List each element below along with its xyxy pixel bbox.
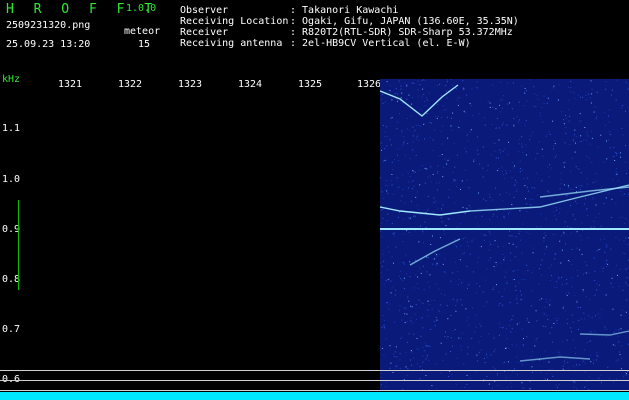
reference-line [0,390,629,391]
spectrogram [380,79,629,391]
frequency-unit-label: kHz [2,74,21,85]
x-tick-label: 1325 [298,79,323,90]
info-value-observer: : Takanori Kawachi [290,5,399,16]
spectrogram-background [380,79,629,391]
x-tick-label: 1326 [357,79,382,90]
reference-line [0,380,629,381]
info-label-location: Receiving Location [180,16,289,27]
meteor-count-label: meteor [124,26,161,37]
app-version: 1.0.0 [126,3,157,14]
meteor-count-value: 15 [138,39,151,50]
info-label-observer: Observer [180,5,229,16]
axis-marker [18,200,19,290]
x-tick-label: 1324 [238,79,263,90]
y-tick-label: 1.0 [2,174,21,185]
y-tick-label: 1.1 [2,123,21,134]
x-tick-label: 1321 [58,79,83,90]
reference-line [0,370,629,371]
signal-strength-bar [0,392,629,400]
image-filename: 2509231320.png [6,20,91,31]
info-value-receiver: : R820T2(RTL-SDR) SDR-Sharp 53.372MHz [290,27,513,38]
info-label-receiver: Receiver [180,27,229,38]
timestamp: 25.09.23 13:20 [6,39,91,50]
info-label-antenna: Receiving antenna [180,38,283,49]
info-value-location: : Ogaki, Gifu, JAPAN (136.60E, 35.35N) [290,16,519,27]
x-tick-label: 1322 [118,79,143,90]
info-value-antenna: : 2el-HB9CV Vertical (el. E-W) [290,38,471,49]
y-tick-label: 0.7 [2,324,21,335]
x-tick-label: 1323 [178,79,203,90]
